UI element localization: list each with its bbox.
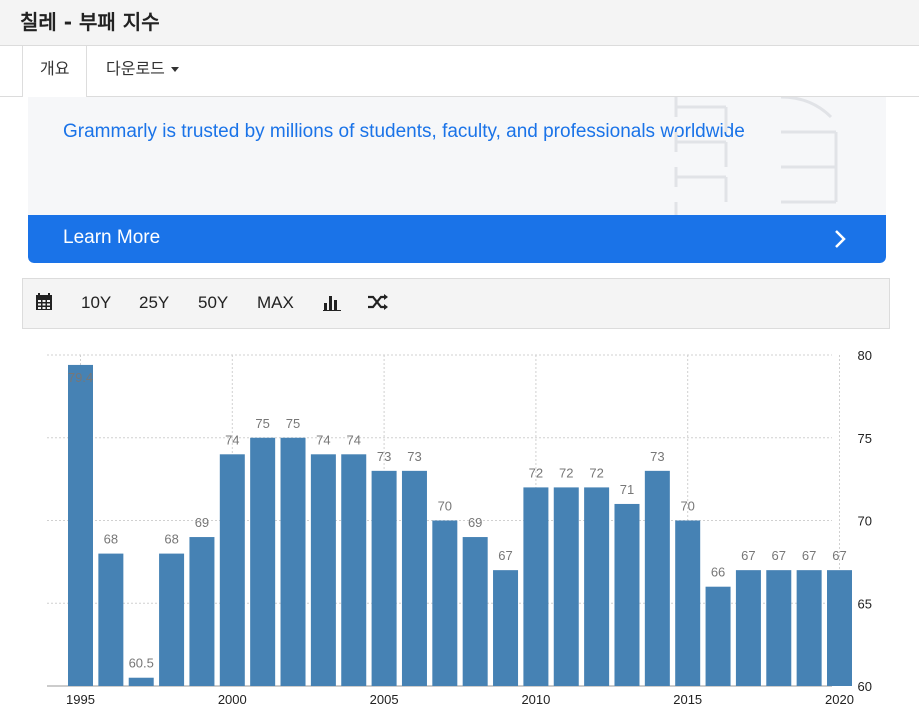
bar[interactable] — [280, 437, 306, 686]
bar[interactable] — [705, 586, 731, 686]
y-tick-label: 60 — [858, 679, 872, 694]
chevron-right-icon — [835, 230, 846, 248]
x-tick-label: 2020 — [825, 692, 854, 707]
tab-download[interactable]: 다운로드 — [89, 46, 196, 96]
title-bar: 칠레 - 부패 지수 — [0, 0, 919, 46]
bar-value-label: 72 — [529, 465, 543, 480]
x-tick-label: 2010 — [521, 692, 550, 707]
y-tick-label: 65 — [858, 596, 872, 611]
bar-value-label: 73 — [650, 449, 664, 464]
tab-download-label: 다운로드 — [106, 59, 165, 78]
bar-value-label: 74 — [225, 432, 239, 447]
caret-down-icon — [170, 67, 179, 72]
bar-value-label: 67 — [741, 548, 755, 563]
bar[interactable] — [766, 570, 792, 686]
bar-value-label: 73 — [407, 449, 421, 464]
bar[interactable] — [371, 470, 397, 686]
bar-value-label: 71 — [620, 482, 634, 497]
calendar-icon[interactable] — [35, 293, 53, 311]
bar[interactable] — [735, 570, 761, 686]
chart-toolbar: 10Y 25Y 50Y MAX — [22, 278, 890, 329]
bar[interactable] — [675, 520, 701, 687]
bar-value-label: 70 — [680, 499, 694, 514]
bar-value-label: 69 — [195, 515, 209, 530]
bar-value-label: 68 — [104, 532, 118, 547]
x-tick-label: 1995 — [66, 692, 95, 707]
tab-overview[interactable]: 개요 — [22, 46, 88, 97]
y-tick-label: 80 — [858, 348, 872, 363]
advertisement-banner[interactable]: Grammarly is trusted by millions of stud… — [28, 97, 886, 263]
bar[interactable] — [584, 487, 610, 686]
x-tick-label: 2015 — [673, 692, 702, 707]
bar-value-label: 74 — [316, 432, 330, 447]
bar-value-label: 67 — [832, 548, 846, 563]
bar-chart-icon[interactable] — [323, 295, 341, 311]
bar[interactable] — [68, 364, 93, 686]
bar-value-label: 67 — [802, 548, 816, 563]
page-title: 칠레 - 부패 지수 — [20, 10, 160, 34]
bar-value-label: 74 — [347, 432, 361, 447]
bar-value-label: 72 — [559, 465, 573, 480]
bar-value-label: 67 — [498, 548, 512, 563]
x-tick-label: 2000 — [218, 692, 247, 707]
bar[interactable] — [553, 487, 579, 686]
bar-value-label: 75 — [286, 416, 300, 431]
y-tick-label: 70 — [858, 514, 872, 529]
bar[interactable] — [250, 437, 276, 686]
bar-value-label: 75 — [255, 416, 269, 431]
corruption-index-bar-chart: 60 65 70 75 80 1995 2000 2005 2010 2015 2020 79.4 68… — [47, 348, 872, 707]
bar-value-label: 66 — [711, 565, 725, 580]
x-tick-label: 2005 — [370, 692, 399, 707]
bar-value-label: 69 — [468, 515, 482, 530]
bar[interactable] — [796, 570, 822, 686]
learn-more-label: Learn More — [63, 227, 161, 248]
bar[interactable] — [462, 537, 488, 686]
bar-value-label: 73 — [377, 449, 391, 464]
range-25y-button[interactable]: 25Y — [139, 293, 169, 313]
bar-value-label: 67 — [772, 548, 786, 563]
bar[interactable] — [432, 520, 458, 687]
range-max-button[interactable]: MAX — [257, 293, 294, 313]
shuffle-icon[interactable] — [367, 294, 389, 310]
bar[interactable] — [310, 454, 336, 686]
y-tick-label: 75 — [858, 431, 872, 446]
bar[interactable] — [189, 537, 215, 686]
bar-value-label: 68 — [164, 532, 178, 547]
range-10y-button[interactable]: 10Y — [81, 293, 111, 313]
tab-bar: 개요 다운로드 — [0, 46, 919, 97]
bar[interactable] — [644, 470, 670, 686]
bar[interactable] — [98, 553, 124, 686]
bar-value-label: 60.5 — [129, 656, 154, 671]
bar[interactable] — [827, 570, 852, 686]
bar[interactable] — [614, 503, 640, 686]
brand-logo-decoration-icon — [674, 97, 838, 215]
bar[interactable] — [159, 553, 185, 686]
bar[interactable] — [219, 454, 245, 686]
bar-value-label: 72 — [589, 465, 603, 480]
bar[interactable] — [493, 570, 519, 686]
bar[interactable] — [523, 487, 549, 686]
bar[interactable] — [401, 470, 427, 686]
learn-more-button[interactable]: Learn More — [28, 215, 886, 263]
range-50y-button[interactable]: 50Y — [198, 293, 228, 313]
bar-value-label: 70 — [438, 499, 452, 514]
bar[interactable] — [128, 677, 154, 686]
bar[interactable] — [341, 454, 367, 686]
bar-value-label: 79.4 — [68, 370, 93, 385]
